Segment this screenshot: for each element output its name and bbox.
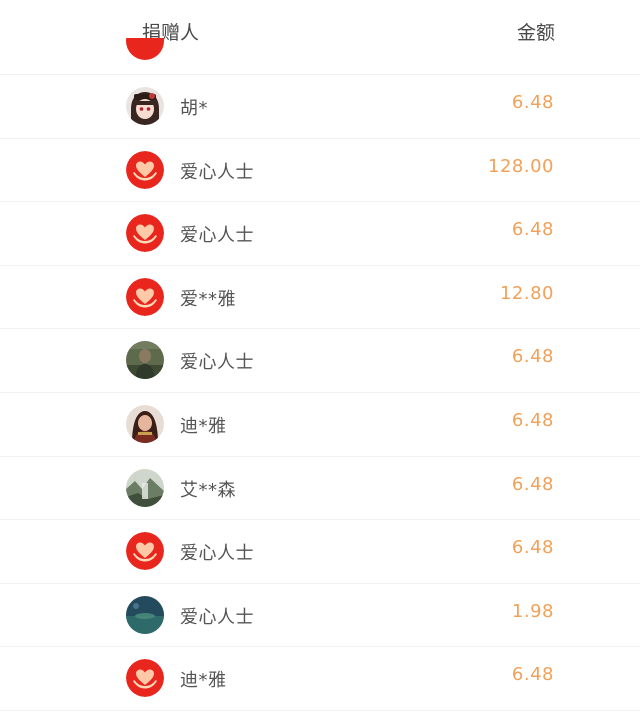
donor-name: 艾**森 <box>180 479 236 501</box>
heart-hands-icon <box>126 532 164 571</box>
heart-hands-icon <box>126 659 164 698</box>
donation-row[interactable]: 胡* 6.48 <box>0 75 640 139</box>
heart-hands-icon <box>126 277 164 316</box>
donation-row[interactable]: 爱心人士 6.48 <box>0 329 640 393</box>
donation-list: 胡* 6.48 爱心人士 128.00 爱心人士 6.48 爱**雅 12.80… <box>0 75 640 711</box>
donation-row[interactable]: 艾**森 6.48 <box>0 457 640 521</box>
table-header: 捐赠人 金额 <box>0 0 640 75</box>
donation-row[interactable]: 爱心人士 6.48 <box>0 202 640 266</box>
donor-name: 爱心人士 <box>180 352 254 374</box>
landscape-avatar <box>126 468 164 507</box>
donation-row[interactable]: 爱**雅 12.80 <box>0 266 640 330</box>
donation-amount: 6.48 <box>511 664 554 686</box>
donor-name: 爱心人士 <box>180 161 254 183</box>
donation-amount: 6.48 <box>511 409 554 431</box>
donation-row[interactable]: 迪*雅 6.48 <box>0 647 640 711</box>
donation-amount: 6.48 <box>511 537 554 559</box>
donation-amount: 6.48 <box>511 219 554 241</box>
donor-name: 爱心人士 <box>180 543 254 565</box>
photo-avatar <box>126 341 164 380</box>
donation-amount: 1.98 <box>511 600 554 622</box>
donor-name: 迪*雅 <box>180 670 227 692</box>
donor-name: 爱心人士 <box>180 225 254 247</box>
donation-row[interactable]: 爱心人士 6.48 <box>0 520 640 584</box>
donation-amount: 6.48 <box>511 346 554 368</box>
donor-name: 爱心人士 <box>180 606 254 628</box>
donation-amount: 6.48 <box>511 92 554 113</box>
donor-name: 胡* <box>180 98 208 119</box>
donor-name: 迪*雅 <box>180 415 227 437</box>
amount-column-header: 金额 <box>517 22 556 44</box>
donation-amount: 128.00 <box>488 155 554 177</box>
donation-amount: 6.48 <box>511 473 554 495</box>
donation-amount: 12.80 <box>499 282 554 304</box>
donation-row[interactable]: 迪*雅 6.48 <box>0 393 640 457</box>
ocean-avatar <box>126 595 164 634</box>
partial-avatar <box>126 38 164 60</box>
heart-hands-icon <box>126 214 164 253</box>
donation-row[interactable]: 爱心人士 1.98 <box>0 584 640 648</box>
donor-name: 爱**雅 <box>180 288 236 310</box>
warrior-avatar <box>126 404 164 443</box>
heart-hands-icon <box>126 150 164 189</box>
anime-girl-avatar <box>126 87 164 125</box>
donation-row[interactable]: 爱心人士 128.00 <box>0 139 640 203</box>
